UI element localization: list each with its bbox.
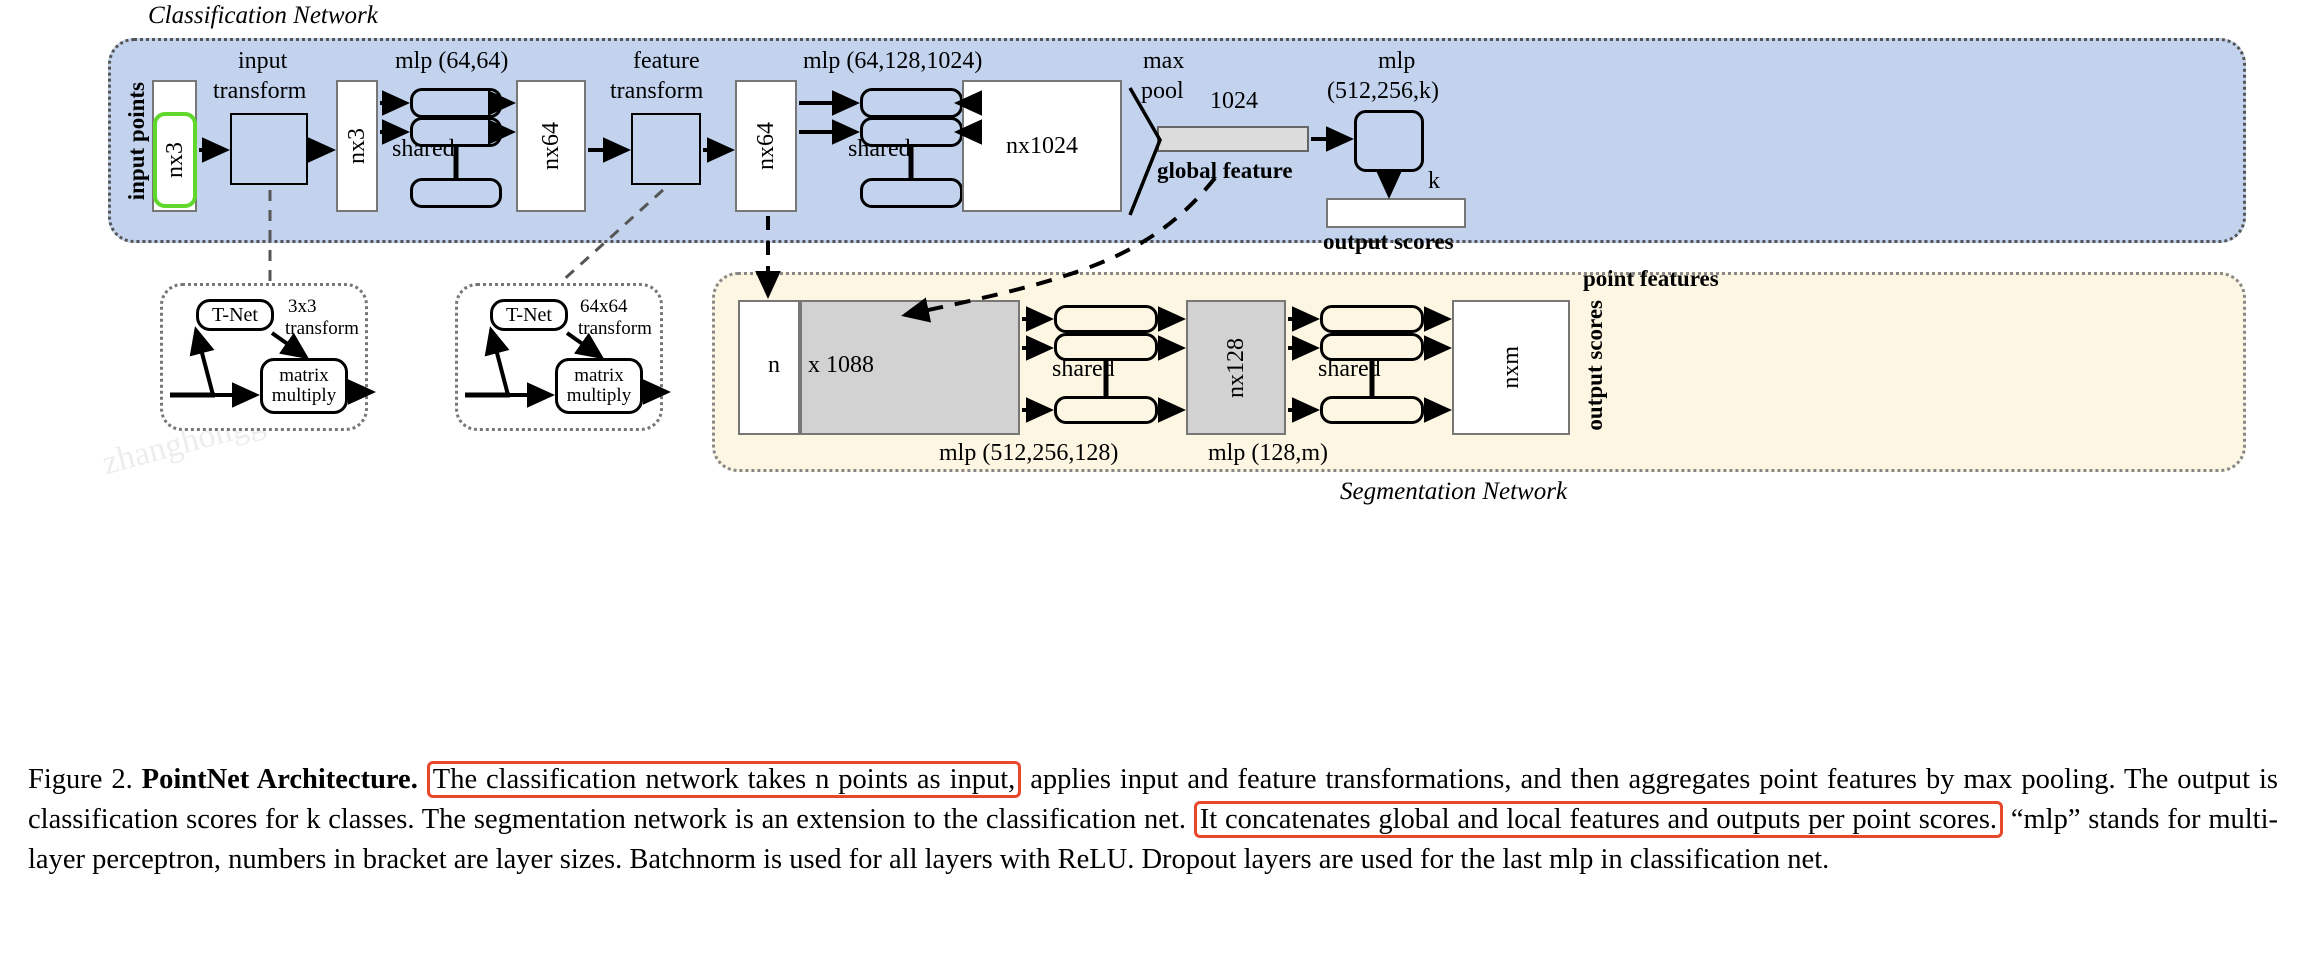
segmentation-network-title: Segmentation Network — [1340, 478, 1568, 505]
nx128-label: nx128 — [1222, 337, 1249, 398]
input-transform-box — [230, 113, 308, 185]
nx128-box: nx128 — [1186, 300, 1286, 435]
matrix-multiply-label-2-line1: matrix — [574, 365, 624, 387]
input-nx3-label: nx3 — [161, 142, 188, 178]
mlp2-unit-bottom — [860, 178, 963, 208]
tnet-box-1: T-Net — [196, 299, 274, 331]
nx3-label: nx3 — [343, 128, 370, 164]
classification-network-title: Classification Network — [148, 2, 378, 29]
matrix-multiply-label-2-line2: multiply — [566, 385, 632, 406]
nxm-box: nxm — [1452, 300, 1570, 435]
tnet-transform-label-1-line2: transform — [285, 318, 359, 339]
input-transform-label-line2: transform — [213, 78, 307, 104]
shared-label-2: shared — [848, 136, 911, 162]
seg-mlp2-unit-top — [1320, 305, 1424, 333]
point-features-label: point features — [1583, 266, 1719, 291]
nx64-a-label: nx64 — [537, 122, 564, 170]
nxm-label: nxm — [1497, 346, 1524, 389]
global-feature-bar — [1157, 126, 1309, 152]
tnet-transform-label-1-line1: 3x3 — [288, 296, 317, 317]
concat-dim-label: x 1088 — [808, 352, 874, 378]
mlp-64-128-1024-label: mlp (64,128,1024) — [803, 48, 983, 74]
nx64-b-label: nx64 — [752, 122, 779, 170]
nx64-box-b: nx64 — [735, 80, 797, 212]
matrix-multiply-box-2: matrix multiply — [555, 358, 643, 414]
seg-mlp1-unit-bottom — [1054, 396, 1158, 424]
tnet-transform-label-2-line2: transform — [578, 318, 652, 339]
tnet-transform-label-2-line1: 64x64 — [580, 296, 628, 317]
global-feature-label: global feature — [1157, 158, 1293, 183]
k-label: k — [1428, 168, 1440, 194]
global-dim-label: 1024 — [1210, 88, 1258, 114]
feature-transform-box — [631, 113, 701, 185]
matrix-multiply-box-1: matrix multiply — [260, 358, 348, 414]
figure-caption: Figure 2. PointNet Architecture. The cla… — [28, 760, 2278, 880]
mlp-64-64-label: mlp (64,64) — [395, 48, 509, 74]
matrix-multiply-label-1-line1: matrix — [279, 365, 329, 387]
seg-mlp-128-m-label: mlp (128,m) — [1208, 440, 1328, 466]
mlp-512-256-k-label-line2: (512,256,k) — [1327, 78, 1439, 104]
mlp3-unit — [1354, 110, 1424, 172]
seg-mlp-512-256-128-label: mlp (512,256,128) — [939, 440, 1119, 466]
mlp-512-256-k-label-line1: mlp — [1378, 48, 1416, 74]
classification-output-scores-label: output scores — [1323, 229, 1454, 254]
mlp2-unit-top — [860, 88, 963, 118]
caption-bold-title: PointNet Architecture. — [141, 764, 418, 795]
input-points-label: input points — [124, 82, 149, 201]
seg-shared-label-1: shared — [1052, 356, 1115, 382]
caption-highlight-2: It concatenates global and local feature… — [1193, 800, 2004, 838]
maxpool-label-line1: max — [1143, 48, 1185, 74]
pointnet-architecture-figure: zhanghonggao 2022-08-17 zhanghonggao 202… — [0, 0, 2300, 954]
nx1024-label: nx1024 — [1006, 132, 1078, 159]
input-transform-label-line1: input — [238, 48, 288, 74]
feature-transform-label-line2: transform — [610, 78, 704, 104]
tnet-box-2: T-Net — [490, 299, 568, 331]
feature-transform-label-line1: feature — [633, 48, 700, 74]
classification-output-scores-box — [1326, 198, 1466, 228]
nx3-box: nx3 — [336, 80, 378, 212]
nx1024-box: nx1024 — [962, 80, 1122, 212]
matrix-multiply-label-1-line2: multiply — [271, 385, 337, 406]
concat-n-label: n — [768, 352, 780, 378]
segmentation-output-scores-label: output scores — [1582, 300, 1607, 431]
seg-shared-label-2: shared — [1318, 356, 1381, 382]
mlp1-unit-top — [410, 88, 502, 118]
caption-figure-number: Figure 2. — [28, 764, 133, 795]
seg-mlp2-unit-bottom — [1320, 396, 1424, 424]
maxpool-label-line2: pool — [1141, 78, 1184, 104]
nx64-box-a: nx64 — [516, 80, 586, 212]
nx3-green-highlight: nx3 — [153, 112, 197, 208]
caption-highlight-1: The classification network takes n point… — [426, 761, 1022, 798]
mlp1-unit-bottom — [410, 178, 502, 208]
shared-label-1: shared — [392, 136, 455, 162]
seg-mlp1-unit-top — [1054, 305, 1158, 333]
